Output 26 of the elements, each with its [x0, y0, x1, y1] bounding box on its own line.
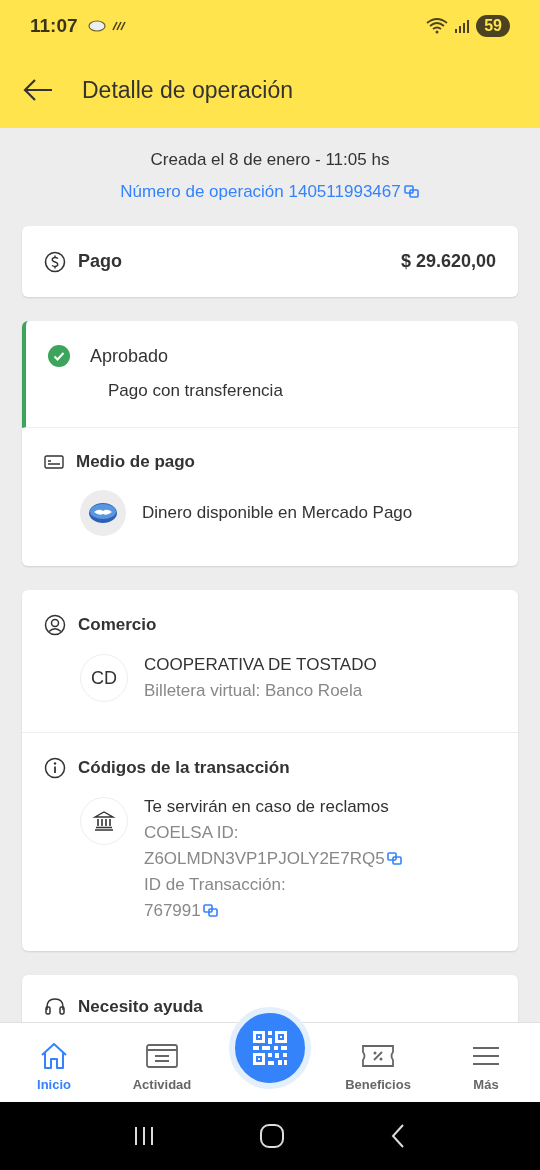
nav-tab[interactable]: Más [432, 1033, 540, 1092]
merchant-subtitle: Billetera virtual: Banco Roela [144, 681, 364, 701]
status-description: Pago con transferencia [108, 381, 284, 401]
code-value: Z6OLMDN3VP1PJOLY2E7RQ5 [144, 849, 385, 869]
status-time: 11:07 [30, 15, 78, 37]
page-title: Detalle de operación [82, 76, 293, 104]
nav-tab[interactable]: Inicio [0, 1033, 108, 1092]
section-title: Necesito ayuda [78, 997, 203, 1017]
nav-tab[interactable]: Beneficios [324, 1033, 432, 1092]
section-title: Medio de pago [76, 452, 195, 472]
status-label: Aprobado [90, 345, 169, 367]
section-title: Comercio [78, 615, 157, 635]
nav-tab[interactable]: Actividad [108, 1033, 216, 1092]
codes-note: Te servirán en caso de reclamos [144, 797, 390, 817]
payment-label: Pago [78, 251, 122, 272]
section-title: Códigos de la transacción [78, 758, 290, 778]
creation-date: Creada el 8 de enero - 11:05 hs [149, 150, 391, 170]
merchant-name: COOPERATIVA DE TOSTADO [144, 655, 377, 675]
payment-amount: $ 29.620,00 [400, 251, 496, 272]
payment-method: Dinero disponible en Mercado Pago [142, 503, 413, 523]
code-label: ID de Transacción: [144, 875, 287, 895]
code-value: 767991 [144, 901, 201, 921]
code-label: COELSA ID: [144, 823, 240, 843]
help-card[interactable]: Necesito ayuda [22, 975, 518, 1022]
battery-indicator: 59 [476, 15, 510, 37]
operation-number-link[interactable]: Número de operación 140511993467 [120, 182, 401, 202]
